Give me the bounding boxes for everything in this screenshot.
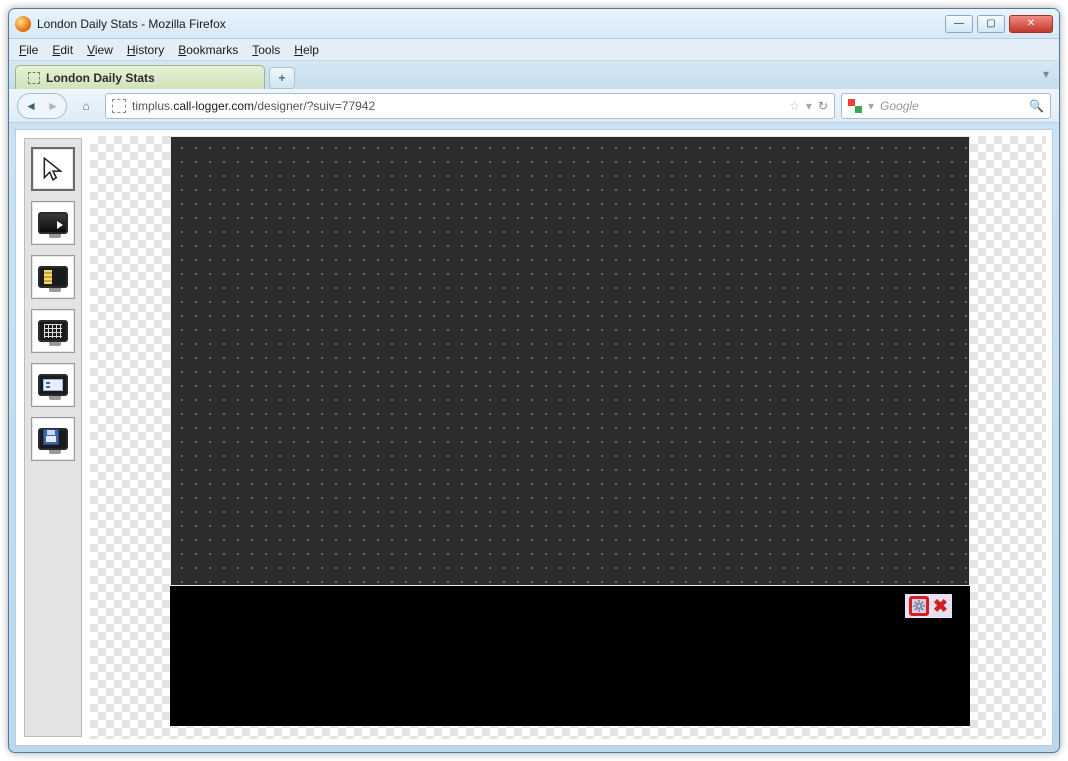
- home-button[interactable]: ⌂: [73, 93, 99, 119]
- minimize-button[interactable]: —: [945, 15, 973, 33]
- list-panel-tool[interactable]: [31, 363, 75, 407]
- lower-panel[interactable]: ✖: [170, 586, 970, 726]
- titlebar: London Daily Stats - Mozilla Firefox — ▢…: [9, 9, 1059, 39]
- menu-bookmarks[interactable]: Bookmarks: [178, 43, 238, 57]
- search-icon[interactable]: 🔍: [1029, 99, 1044, 113]
- site-identity-icon[interactable]: [112, 99, 126, 113]
- play-panel-tool[interactable]: [31, 201, 75, 245]
- back-button[interactable]: ◄: [20, 95, 42, 117]
- reload-icon[interactable]: ↻: [818, 99, 828, 113]
- url-dropdown-icon[interactable]: ▾: [806, 99, 812, 113]
- tab-london-daily-stats[interactable]: London Daily Stats: [15, 65, 265, 89]
- address-bar[interactable]: timplus.call-logger.com/designer/?suiv=7…: [105, 93, 835, 119]
- menubar: File Edit View History Bookmarks Tools H…: [9, 39, 1059, 61]
- nav-back-forward: ◄ ►: [17, 93, 67, 119]
- tabs-dropdown-icon[interactable]: ▾: [1043, 67, 1049, 81]
- firefox-icon: [15, 16, 31, 32]
- close-icon: ✖: [933, 596, 948, 616]
- navbar: ◄ ► ⌂ timplus.call-logger.com/designer/?…: [9, 89, 1059, 123]
- url-text: timplus.call-logger.com/designer/?suiv=7…: [132, 99, 783, 113]
- menu-edit[interactable]: Edit: [52, 43, 73, 57]
- menu-tools[interactable]: Tools: [252, 43, 280, 57]
- tab-label: London Daily Stats: [46, 71, 155, 85]
- monitor-grid-icon: [38, 320, 68, 342]
- new-tab-button[interactable]: +: [269, 67, 295, 89]
- tabstrip: London Daily Stats + ▾: [9, 61, 1059, 89]
- menu-history[interactable]: History: [127, 43, 164, 57]
- maximize-button[interactable]: ▢: [977, 15, 1005, 33]
- monitor-ruler-icon: [38, 266, 68, 288]
- save-tool[interactable]: [31, 417, 75, 461]
- search-engine-dropdown-icon[interactable]: ▾: [868, 99, 874, 113]
- home-icon: ⌂: [82, 99, 89, 113]
- close-window-button[interactable]: ✕: [1009, 15, 1053, 33]
- grid-panel-tool[interactable]: [31, 309, 75, 353]
- back-icon: ◄: [25, 99, 37, 113]
- panel-controls: ✖: [905, 594, 952, 618]
- tool-palette: [24, 138, 82, 737]
- cursor-icon: [40, 156, 66, 182]
- plus-icon: +: [278, 71, 285, 85]
- page-content: ✖: [15, 129, 1053, 746]
- menu-help[interactable]: Help: [294, 43, 319, 57]
- google-icon: [848, 99, 862, 113]
- select-tool[interactable]: [31, 147, 75, 191]
- panel-settings-button[interactable]: [909, 596, 929, 616]
- search-box[interactable]: ▾ Google 🔍: [841, 93, 1051, 119]
- bookmark-star-icon[interactable]: ☆: [789, 99, 800, 113]
- forward-icon: ►: [47, 99, 59, 113]
- tab-favicon-icon: [28, 72, 40, 84]
- gear-icon: [912, 599, 926, 613]
- designer-canvas[interactable]: ✖: [90, 136, 1046, 739]
- browser-window: London Daily Stats - Mozilla Firefox — ▢…: [8, 8, 1060, 753]
- window-controls: — ▢ ✕: [945, 15, 1053, 33]
- menu-view[interactable]: View: [87, 43, 113, 57]
- monitor-play-icon: [38, 212, 68, 234]
- panel-delete-button[interactable]: ✖: [933, 597, 948, 615]
- monitor-list-icon: [38, 374, 68, 396]
- monitor-floppy-icon: [38, 428, 68, 450]
- menu-file[interactable]: File: [19, 43, 38, 57]
- main-panel[interactable]: [170, 136, 970, 586]
- ruler-panel-tool[interactable]: [31, 255, 75, 299]
- window-title: London Daily Stats - Mozilla Firefox: [37, 17, 945, 31]
- forward-button[interactable]: ►: [42, 95, 64, 117]
- search-placeholder: Google: [880, 99, 1023, 113]
